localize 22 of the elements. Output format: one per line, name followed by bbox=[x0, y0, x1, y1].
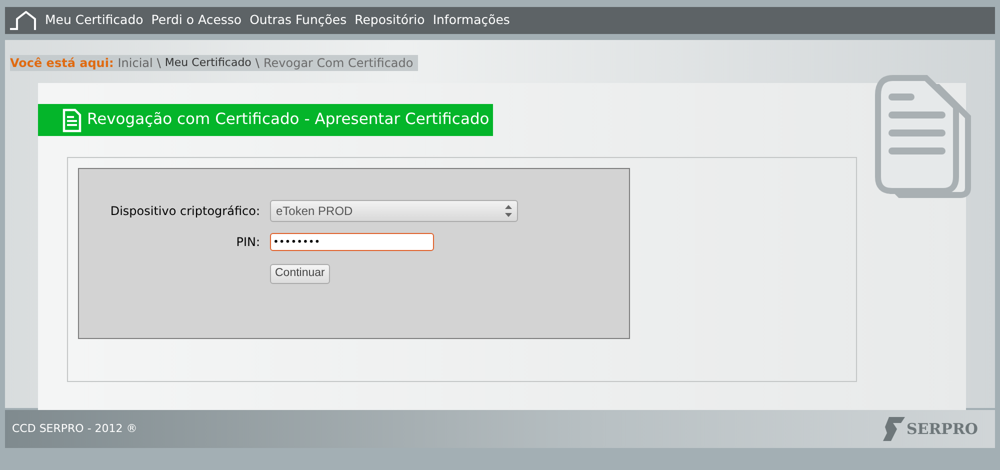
document-icon bbox=[62, 108, 82, 132]
breadcrumb-separator: \ bbox=[255, 55, 260, 71]
breadcrumb-link[interactable]: Inicial bbox=[118, 55, 153, 71]
copyright-text: CCD SERPRO - 2012 ® bbox=[12, 420, 138, 437]
logo: SERPRO bbox=[883, 417, 978, 441]
home-icon[interactable] bbox=[10, 10, 37, 30]
nav-link[interactable]: Meu Certificado bbox=[45, 11, 144, 30]
continue-button[interactable]: Continuar bbox=[270, 264, 330, 284]
breadcrumb-prefix: Você está aqui: bbox=[10, 55, 114, 71]
pin-field[interactable]: •••••••• bbox=[270, 233, 434, 251]
field-label: Dispositivo criptográfico: bbox=[109, 203, 260, 220]
device-select[interactable]: eToken PROD bbox=[270, 200, 518, 222]
nav-link[interactable]: Outras Funções bbox=[250, 11, 347, 30]
page-title: Revogação com Certificado - Apresentar Certificado bbox=[87, 109, 490, 130]
spinner-arrows-icon bbox=[505, 205, 512, 217]
nav-link[interactable]: Informações bbox=[432, 11, 510, 30]
field-label: PIN: bbox=[235, 234, 260, 251]
breadcrumb-separator: \ bbox=[156, 55, 161, 71]
nav-link[interactable]: Perdi o Acesso bbox=[151, 11, 242, 30]
nav-link[interactable]: Repositório bbox=[354, 11, 425, 30]
breadcrumb-link[interactable]: Meu Certificado bbox=[164, 55, 252, 71]
logo-mark-icon bbox=[883, 417, 906, 441]
